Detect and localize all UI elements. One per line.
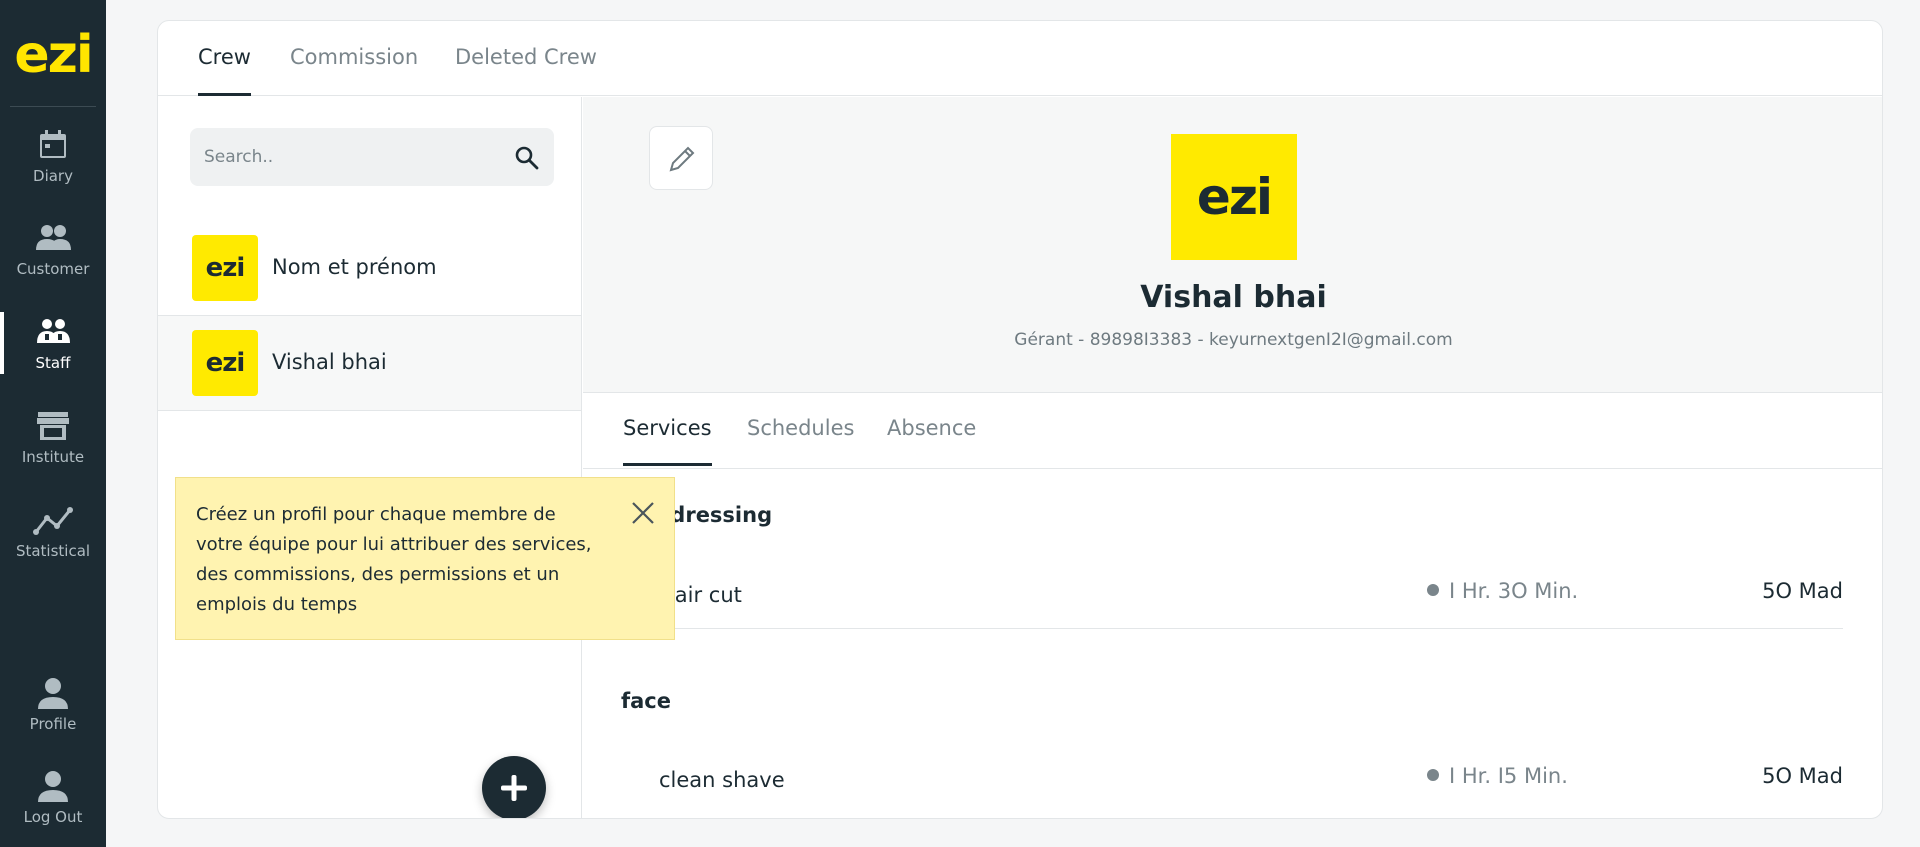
plus-icon [501, 775, 527, 801]
divider [10, 106, 96, 107]
crew-name: Nom et prénom [272, 255, 437, 279]
crew-list-panel: ezi Nom et prénom ezi Vishal bhai [158, 97, 582, 818]
add-crew-button[interactable] [482, 756, 546, 818]
crew-list-item[interactable]: ezi Vishal bhai [158, 316, 581, 411]
person-icon [38, 678, 68, 709]
tab-crew[interactable]: Crew [198, 45, 251, 96]
nav-label: Profile [29, 715, 77, 733]
store-icon [37, 412, 69, 440]
crew-list-item[interactable]: ezi Nom et prénom [158, 221, 581, 316]
tab-deleted-crew[interactable]: Deleted Crew [455, 45, 597, 93]
calendar-icon [40, 130, 66, 158]
staff-icon [37, 319, 70, 343]
tooltip-text: Créez un profil pour chaque membre de vo… [196, 504, 592, 615]
service-price: 5O Mad [1762, 579, 1843, 603]
search-icon[interactable] [514, 145, 540, 171]
search-box [190, 128, 554, 186]
detail-tabs: Services Schedules Absence [583, 393, 1882, 469]
chart-icon [33, 507, 73, 535]
help-tooltip: Créez un profil pour chaque membre de vo… [175, 477, 675, 640]
nav-item-diary[interactable]: Diary [0, 125, 106, 205]
pencil-icon [669, 146, 695, 172]
service-row[interactable]: Hair cut I Hr. 3O Min. 5O Mad [621, 567, 1843, 629]
avatar: ezi [192, 235, 258, 301]
service-price: 5O Mad [1762, 764, 1843, 788]
nav-item-customer[interactable]: Customer [0, 218, 106, 298]
nav-item-profile[interactable]: Profile [0, 673, 106, 753]
service-row[interactable]: clean shave I Hr. I5 Min. 5O Mad [621, 752, 1843, 814]
crew-detail-panel: ezi Vishal bhai Gérant - 89898I3383 - ke… [583, 97, 1882, 818]
tab-schedules[interactable]: Schedules [747, 416, 854, 463]
nav-label: Diary [33, 167, 73, 185]
nav-item-log-out[interactable]: Log Out [0, 766, 106, 846]
close-icon[interactable] [630, 500, 656, 526]
tab-commission[interactable]: Commission [290, 45, 418, 93]
edit-button[interactable] [649, 126, 713, 190]
service-duration: I Hr. 3O Min. [1427, 579, 1578, 603]
nav-item-institute[interactable]: Institute [0, 406, 106, 486]
profile-avatar: ezi [1171, 134, 1297, 260]
top-tabs: Crew Commission Deleted Crew [158, 21, 1882, 96]
service-name: clean shave [659, 768, 785, 792]
tab-services[interactable]: Services [623, 416, 712, 466]
service-category: face [621, 689, 671, 713]
nav-item-staff[interactable]: Staff [0, 312, 106, 392]
profile-header: ezi Vishal bhai Gérant - 89898I3383 - ke… [583, 97, 1882, 393]
nav-label: Institute [21, 448, 85, 466]
nav-label: Customer [16, 260, 90, 278]
nav-label: Log Out [23, 808, 83, 826]
app-logo[interactable]: ezi [0, 20, 106, 90]
crew-name: Vishal bhai [272, 350, 387, 374]
nav-item-statistical[interactable]: Statistical [0, 500, 106, 580]
logout-person-icon [38, 771, 68, 802]
search-input[interactable] [204, 128, 504, 186]
customers-icon [36, 225, 71, 250]
nav-label: Statistical [15, 542, 91, 560]
profile-name: Vishal bhai [1140, 280, 1327, 315]
sidebar: ezi Diary Customer Staff Institute Stati… [0, 0, 106, 847]
profile-meta: Gérant - 89898I3383 - keyurnextgenI2I@gm… [1014, 330, 1453, 350]
avatar: ezi [192, 330, 258, 396]
tab-absence[interactable]: Absence [887, 416, 976, 463]
service-duration: I Hr. I5 Min. [1427, 764, 1568, 788]
nav-label: Staff [35, 354, 71, 372]
crew-card: Crew Commission Deleted Crew ezi Nom et … [157, 20, 1883, 819]
